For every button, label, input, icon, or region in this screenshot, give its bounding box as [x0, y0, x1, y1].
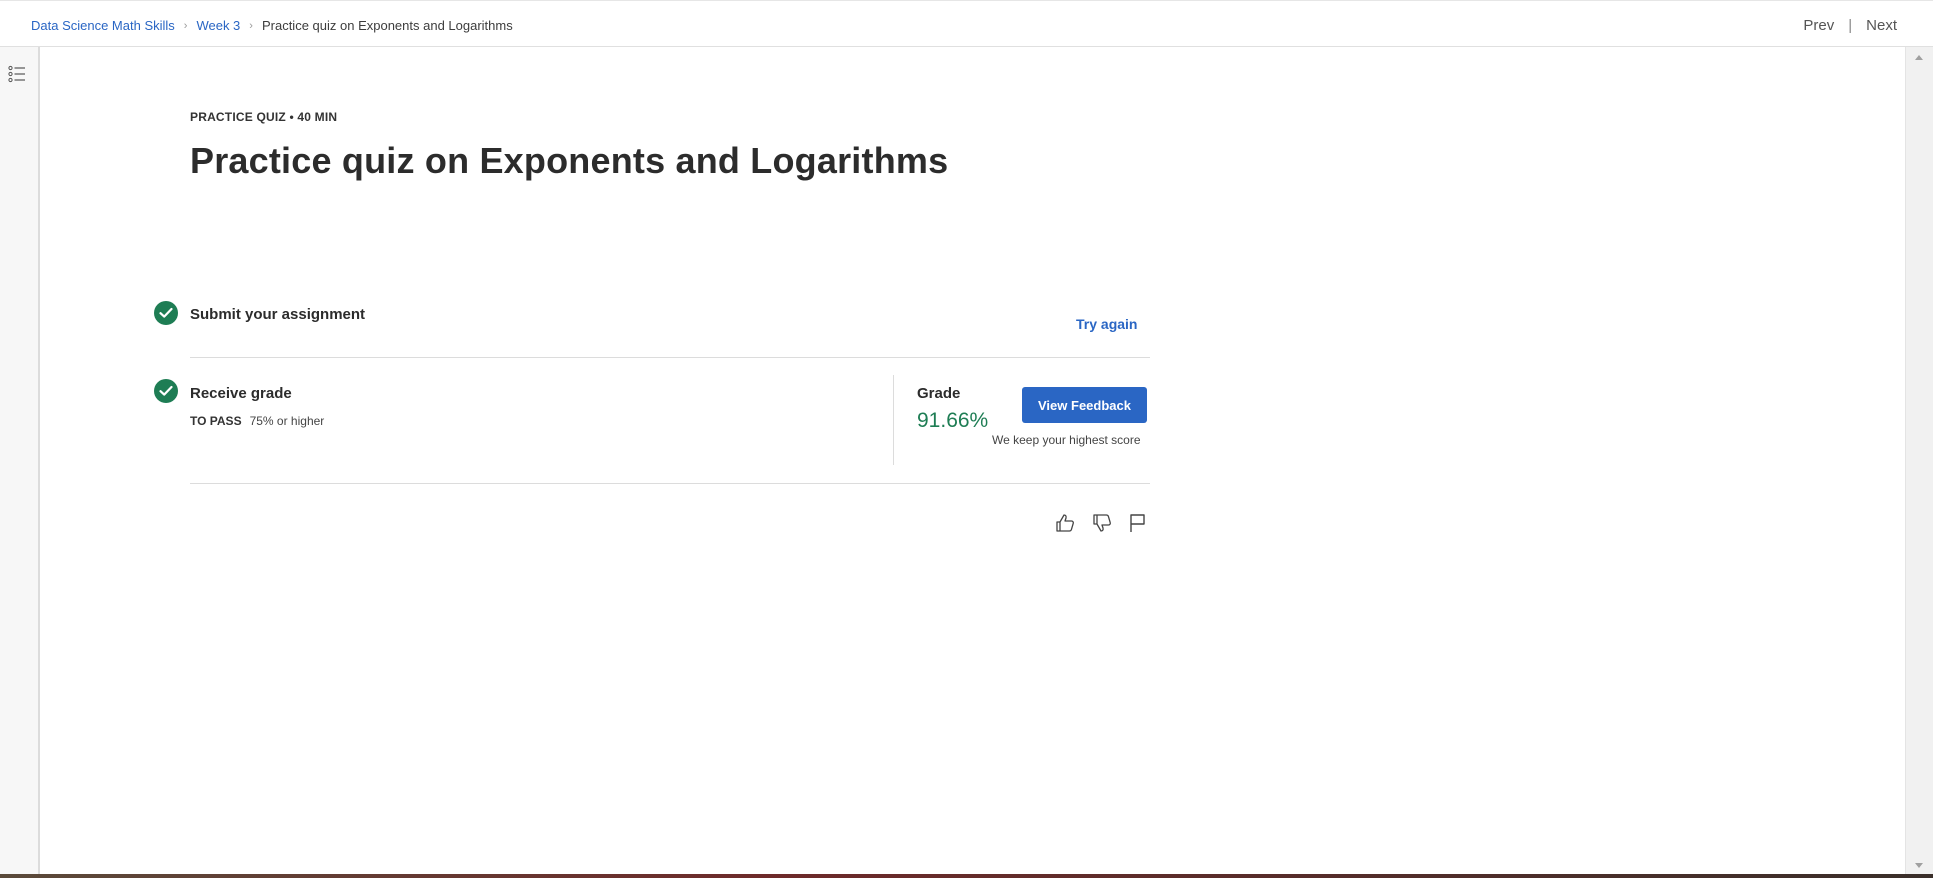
nav-divider: | [1848, 17, 1853, 34]
scroll-up-icon[interactable] [1915, 55, 1923, 60]
prev-next-nav: Prev | Next [1803, 17, 1897, 34]
bottom-strip [0, 874, 1933, 878]
chevron-right-icon: › [183, 19, 188, 32]
check-circle-icon [154, 301, 178, 325]
receive-grade-label: Receive grade [190, 385, 292, 402]
check-circle-icon [154, 379, 178, 403]
to-pass-label: TO PASS [190, 414, 242, 428]
left-rail [0, 47, 40, 878]
grade-divider [893, 375, 894, 465]
to-pass-value: 75% or higher [249, 414, 325, 428]
vertical-scrollbar[interactable] [1905, 47, 1933, 878]
prev-link[interactable]: Prev [1803, 17, 1834, 34]
chevron-right-icon: › [249, 19, 253, 32]
divider [190, 357, 1150, 358]
list-icon[interactable] [8, 65, 26, 83]
top-bar: Data Science Math Skills › Week 3 › Prac… [0, 0, 1933, 47]
thumbs-up-icon[interactable] [1054, 512, 1076, 534]
grade-value: 91.66% [917, 409, 989, 432]
submit-step-label: Submit your assignment [190, 306, 366, 323]
grade-label: Grade [917, 385, 961, 402]
view-feedback-button[interactable]: View Feedback [1022, 387, 1147, 423]
highest-score-note: We keep your highest score [992, 433, 1141, 447]
breadcrumb-course[interactable]: Data Science Math Skills [31, 18, 175, 33]
flag-icon[interactable] [1127, 512, 1149, 534]
breadcrumb-current: Practice quiz on Exponents and Logarithm… [261, 18, 513, 33]
pass-requirement: TO PASS 75% or higher [190, 414, 324, 428]
divider [190, 483, 1150, 484]
breadcrumb-week[interactable]: Week 3 [196, 18, 240, 33]
page-title: Practice quiz on Exponents and Logarithm… [190, 140, 949, 181]
scroll-down-icon[interactable] [1915, 863, 1923, 868]
try-again-link[interactable]: Try again [1076, 316, 1137, 332]
breadcrumb: Data Science Math Skills › Week 3 › Prac… [31, 18, 513, 33]
next-link[interactable]: Next [1866, 17, 1897, 34]
quiz-kicker: PRACTICE QUIZ • 40 MIN [190, 110, 338, 124]
thumbs-down-icon[interactable] [1091, 512, 1113, 534]
